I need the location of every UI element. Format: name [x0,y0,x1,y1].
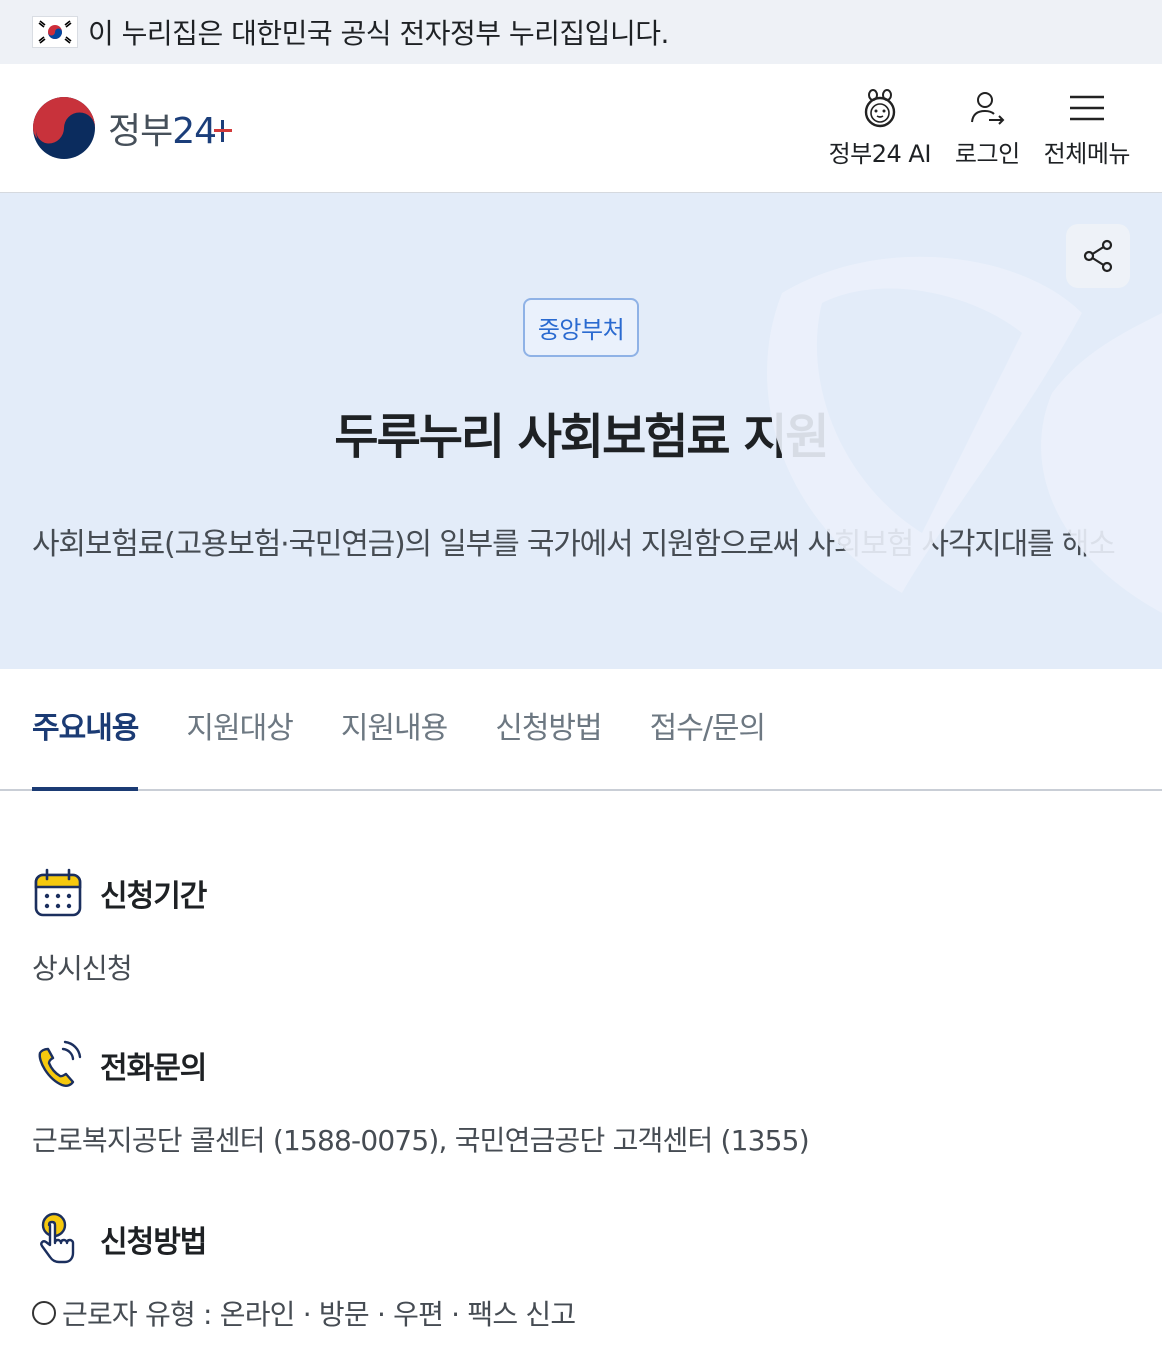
phone-icon [38,1040,82,1087]
site-header: 정부24 정부24 AI 로그인 전체메뉴 [0,64,1162,193]
gov-banner-text: 이 누리집은 대한민국 공식 전자정부 누리집입니다. [88,17,669,50]
full-menu-button[interactable]: 전체메뉴 [1043,88,1131,169]
section-application-period: 신청기간 상시신청 [32,791,1130,987]
tab-support-details[interactable]: 지원내용 [341,703,448,789]
section-body-phone: 근로복지공단 콜센터 (1588-0075), 국민연금공단 고객센터 (135… [32,1124,810,1157]
site-logo[interactable]: 정부24 [32,96,233,160]
hamburger-menu-icon [1069,95,1104,120]
login-button[interactable]: 로그인 [955,88,1020,169]
category-badge: 중앙부처 [522,298,640,357]
ai-button[interactable]: 정부24 AI [829,88,931,169]
tab-bar: 주요내용 지원대상 지원내용 신청방법 접수/문의 [0,669,1162,791]
section-application-method: 신청방법 근로자 유형 : 온라인 · 방문 · 우편 · 팩스 신고 [32,1211,1130,1333]
full-menu-label: 전체메뉴 [1043,139,1131,168]
main-content: 신청기간 상시신청 전화문의 근로복지공단 콜센터 (1588-0075), 국… [0,791,1162,1333]
share-button[interactable] [1066,224,1130,288]
section-head: 신청기간 [32,867,1130,919]
calendar-icon [34,868,82,917]
section-head: 신청방법 [32,1211,1130,1267]
share-icon [1083,239,1113,273]
login-user-icon [971,91,1005,125]
gov-banner: 이 누리집은 대한민국 공식 전자정부 누리집입니다. [0,0,1162,64]
circle-bullet-icon [32,1301,56,1325]
logo-plus-icon [214,120,233,142]
section-body-period: 상시신청 [32,952,133,985]
taegeuk-logo-icon [33,97,95,159]
tab-main-content[interactable]: 주요내용 [32,703,139,791]
pointer-hand-icon [40,1212,75,1264]
ai-character-icon [864,88,895,127]
section-head: 전화문의 [32,1039,1130,1091]
method-line-1: 근로자 유형 : 온라인 · 방문 · 우편 · 팩스 신고 [62,1298,576,1331]
section-phone-inquiry: 전화문의 근로복지공단 콜센터 (1588-0075), 국민연금공단 고객센터… [32,1039,1130,1159]
tab-reception-inquiry[interactable]: 접수/문의 [650,703,767,789]
ai-label: 정부24 AI [828,139,932,168]
logo-text: 정부24 [108,111,217,152]
header-actions: 정부24 AI 로그인 전체메뉴 [829,88,1131,169]
section-title-period: 신청기간 [100,879,207,914]
list-item: 근로자 유형 : 온라인 · 방문 · 우편 · 팩스 신고 [32,1293,1130,1333]
korea-flag-icon [32,16,78,48]
section-title-phone: 전화문의 [100,1051,207,1086]
section-title-method: 신청방법 [100,1225,207,1260]
hero-section: 중앙부처 두루누리 사회보험료 지원 사회보험료(고용보험·국민연금)의 일부를… [0,193,1162,669]
login-label: 로그인 [954,139,1020,168]
tab-application-method[interactable]: 신청방법 [495,703,602,789]
tab-eligibility[interactable]: 지원대상 [186,703,293,789]
